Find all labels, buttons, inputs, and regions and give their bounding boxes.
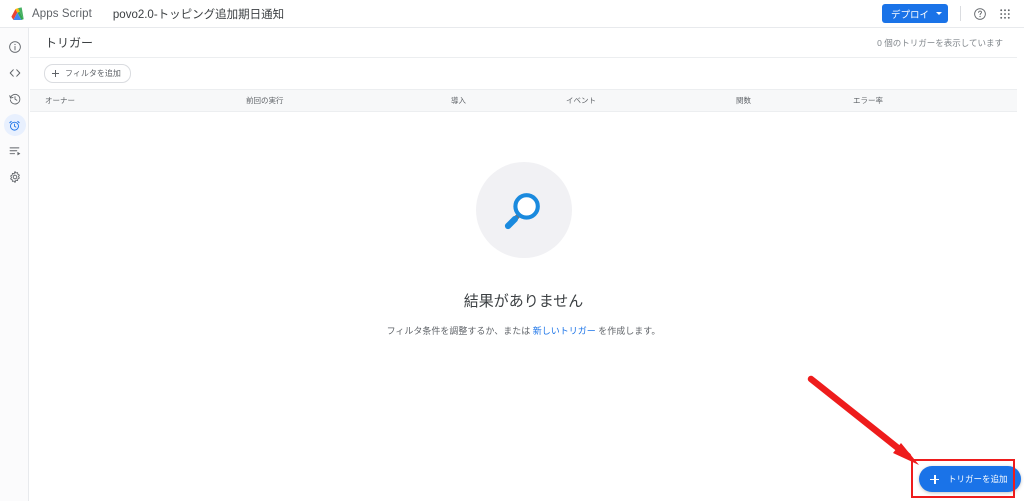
pane-header: トリガー 0 個のトリガーを表示しています — [30, 28, 1017, 58]
sidebar-item-editor[interactable] — [0, 60, 29, 86]
column-header-deployment[interactable]: 導入 — [451, 90, 466, 111]
help-circle-icon — [974, 7, 986, 20]
column-header-error-rate[interactable]: エラー率 — [853, 90, 883, 111]
toolbar-divider — [960, 6, 961, 21]
sidebar-item-overview[interactable] — [0, 34, 29, 60]
empty-state-description-suffix: を作成します。 — [595, 326, 661, 336]
empty-state-description-prefix: フィルタ条件を調整するか、または — [386, 326, 533, 336]
add-trigger-button-label: トリガーを追加 — [948, 474, 1008, 484]
trigger-count-text: 0 個のトリガーを表示しています — [877, 37, 1003, 48]
plus-icon — [52, 70, 59, 77]
top-bar: Apps Script povo2.0-トッピング追加期日通知 デプロイ — [0, 0, 1024, 28]
gear-icon — [4, 166, 26, 188]
add-filter-label: フィルタを追加 — [65, 69, 121, 78]
column-header-event[interactable]: イベント — [566, 90, 596, 111]
help-button[interactable] — [970, 4, 990, 24]
apps-grid-icon — [1000, 8, 1010, 19]
column-header-function[interactable]: 関数 — [736, 90, 751, 111]
add-trigger-button[interactable]: トリガーを追加 — [919, 466, 1021, 492]
empty-state-description: フィルタ条件を調整するか、または 新しいトリガー を作成します。 — [387, 324, 661, 337]
plus-icon — [930, 474, 939, 484]
create-new-trigger-link[interactable]: 新しいトリガー — [533, 326, 596, 336]
deploy-button[interactable]: デプロイ — [881, 4, 948, 23]
sidebar-item-executions-history[interactable] — [0, 86, 29, 112]
google-apps-button[interactable] — [995, 4, 1015, 24]
brand-home-link[interactable]: Apps Script — [9, 5, 92, 23]
right-gutter — [1017, 28, 1024, 501]
column-header-owner[interactable]: オーナー — [45, 90, 75, 111]
left-nav-rail — [0, 28, 29, 501]
filter-toolbar: フィルタを追加 — [30, 58, 1017, 89]
brand-name: Apps Script — [32, 7, 92, 20]
sidebar-item-executions[interactable] — [0, 138, 29, 164]
magnifier-icon — [504, 193, 540, 230]
apps-script-logo-icon — [11, 6, 24, 20]
deploy-button-label: デプロイ — [890, 9, 929, 21]
alarm-clock-icon — [3, 114, 26, 136]
table-header-row: オーナー 前回の実行 導入 イベント 関数 エラー率 — [30, 89, 1017, 112]
sidebar-item-triggers[interactable] — [0, 112, 29, 138]
main-content: トリガー 0 個のトリガーを表示しています フィルタを追加 オーナー 前回の実行… — [30, 28, 1017, 501]
top-bar-actions: デプロイ — [881, 4, 1015, 24]
add-filter-button[interactable]: フィルタを追加 — [44, 64, 131, 83]
chevron-down-icon — [936, 12, 942, 15]
info-circle-icon — [4, 36, 26, 58]
apps-script-triggers-page: Apps Script povo2.0-トッピング追加期日通知 デプロイ トリガ… — [0, 0, 1024, 501]
history-clock-icon — [4, 88, 26, 110]
empty-state: 結果がありません フィルタ条件を調整するか、または 新しいトリガー を作成します… — [30, 162, 1017, 337]
sidebar-item-project-settings[interactable] — [0, 164, 29, 190]
table-body: 結果がありません フィルタ条件を調整するか、または 新しいトリガー を作成します… — [30, 112, 1017, 500]
empty-state-illustration — [475, 162, 572, 258]
page-title: トリガー — [45, 36, 94, 50]
project-title[interactable]: povo2.0-トッピング追加期日通知 — [113, 6, 284, 22]
empty-state-title: 結果がありません — [463, 293, 584, 310]
code-brackets-icon — [4, 62, 26, 84]
list-play-icon — [4, 140, 26, 162]
column-header-last-run[interactable]: 前回の実行 — [246, 90, 284, 111]
